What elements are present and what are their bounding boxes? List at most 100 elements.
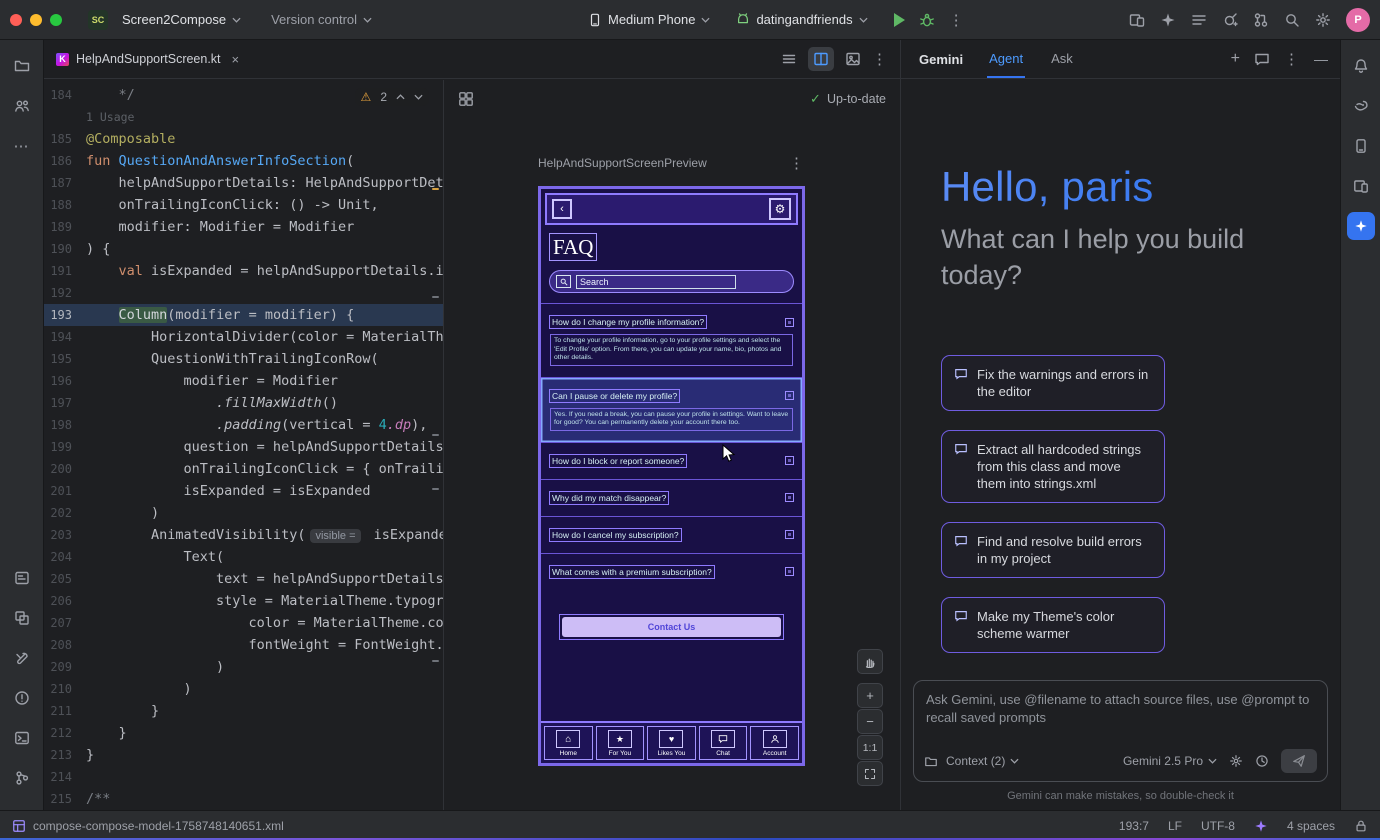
- lock-icon[interactable]: [1354, 819, 1368, 833]
- build-insights-icon[interactable]: [1222, 12, 1238, 28]
- window-controls[interactable]: [10, 14, 62, 26]
- file-encoding[interactable]: UTF-8: [1201, 819, 1235, 833]
- split-view-button[interactable]: [808, 47, 834, 71]
- editor-options-button[interactable]: ⋮: [872, 50, 888, 68]
- vcs-selector[interactable]: Version control: [263, 8, 380, 31]
- gemini-tool-button[interactable]: [1347, 212, 1375, 240]
- terminal-tool-button[interactable]: [8, 724, 36, 752]
- code-line[interactable]: 196 modifier = Modifier: [44, 370, 443, 392]
- version-control-tool-button[interactable]: [8, 764, 36, 792]
- phone-preview[interactable]: ‹ ⚙ FAQ Search How do I change my profil…: [538, 186, 805, 766]
- run-configuration-selector[interactable]: datingandfriends: [728, 8, 875, 31]
- code-line[interactable]: 200 onTrailingIconClick = { onTraili: [44, 458, 443, 480]
- project-selector[interactable]: Screen2Compose: [114, 8, 249, 31]
- code-line[interactable]: 1 Usage: [44, 106, 443, 128]
- code-line[interactable]: 188 onTrailingIconClick: () -> Unit,: [44, 194, 443, 216]
- ai-spark-icon[interactable]: [1254, 819, 1268, 833]
- code-line[interactable]: 187 helpAndSupportDetails: HelpAndSuppor…: [44, 172, 443, 194]
- build-tool-button[interactable]: [8, 644, 36, 672]
- caret-position[interactable]: 193:7: [1119, 819, 1149, 833]
- prompt-history-icon[interactable]: [1255, 754, 1269, 768]
- code-line[interactable]: 207 color = MaterialTheme.co: [44, 612, 443, 634]
- zoom-in-button[interactable]: +: [857, 683, 883, 708]
- line-separator[interactable]: LF: [1168, 819, 1182, 833]
- attach-context-icon[interactable]: [924, 754, 938, 768]
- suggestion-card[interactable]: Find and resolve build errors in my proj…: [941, 522, 1165, 578]
- device-mirroring-icon[interactable]: [1129, 12, 1145, 28]
- code-view-button[interactable]: [776, 47, 802, 71]
- gemini-options-button[interactable]: ⋮: [1284, 50, 1300, 68]
- structure-toolbar-icon[interactable]: [1191, 12, 1207, 28]
- run-button[interactable]: [894, 13, 905, 27]
- team-tool-button[interactable]: [8, 92, 36, 120]
- new-chat-icon[interactable]: +: [1231, 50, 1240, 68]
- gradle-tool-button[interactable]: [1347, 92, 1375, 120]
- search-icon[interactable]: [1284, 12, 1300, 28]
- preview-gallery-icon[interactable]: [458, 91, 474, 107]
- device-manager-tool-button[interactable]: [1347, 172, 1375, 200]
- code-line[interactable]: 191 val isExpanded = helpAndSupportDetai…: [44, 260, 443, 282]
- debug-button[interactable]: [919, 12, 935, 28]
- settings-gear-icon[interactable]: [1315, 12, 1331, 28]
- suggestion-card[interactable]: Make my Theme's color scheme warmer: [941, 597, 1165, 653]
- prev-problem-icon[interactable]: [396, 94, 405, 100]
- profile-avatar[interactable]: P: [1346, 8, 1370, 32]
- close-window-button[interactable]: [10, 14, 22, 26]
- code-line[interactable]: 208 fontWeight = FontWeight.: [44, 634, 443, 656]
- tab-ask[interactable]: Ask: [1049, 40, 1075, 78]
- code-line[interactable]: 210 ): [44, 678, 443, 700]
- code-line[interactable]: 204 Text(: [44, 546, 443, 568]
- maximize-window-button[interactable]: [50, 14, 62, 26]
- zoom-actual-size-button[interactable]: 1:1: [857, 735, 883, 760]
- logcat-tool-button[interactable]: [8, 564, 36, 592]
- pull-request-icon[interactable]: [1253, 12, 1269, 28]
- suggestion-card[interactable]: Extract all hardcoded strings from this …: [941, 430, 1165, 503]
- code-line[interactable]: 214: [44, 766, 443, 788]
- code-line[interactable]: 199 question = helpAndSupportDetails: [44, 436, 443, 458]
- more-run-options-button[interactable]: ⋮: [949, 11, 965, 29]
- code-line[interactable]: 193 Column(modifier = modifier) {: [44, 304, 443, 326]
- gemini-toolbar-icon[interactable]: [1160, 12, 1176, 28]
- gemini-settings-icon[interactable]: [1229, 754, 1243, 768]
- chat-history-icon[interactable]: [1254, 51, 1270, 67]
- project-tool-button[interactable]: [8, 52, 36, 80]
- close-tab-icon[interactable]: ×: [232, 52, 240, 67]
- code-line[interactable]: 206 style = MaterialTheme.typogr: [44, 590, 443, 612]
- preview-options-button[interactable]: ⋮: [789, 154, 805, 172]
- code-line[interactable]: 203 AnimatedVisibility(visible = isExpan…: [44, 524, 443, 546]
- running-devices-tool-button[interactable]: [1347, 132, 1375, 160]
- code-line[interactable]: 195 QuestionWithTrailingIconRow(: [44, 348, 443, 370]
- notifications-bell-button[interactable]: [1347, 52, 1375, 80]
- code-line[interactable]: 194 HorizontalDivider(color = MaterialTh: [44, 326, 443, 348]
- code-line[interactable]: 192: [44, 282, 443, 304]
- hide-panel-icon[interactable]: —: [1314, 51, 1328, 67]
- code-line[interactable]: 205 text = helpAndSupportDetails: [44, 568, 443, 590]
- zoom-to-fit-button[interactable]: [857, 761, 883, 786]
- code-line[interactable]: 201 isExpanded = isExpanded: [44, 480, 443, 502]
- code-line[interactable]: 186fun QuestionAndAnswerInfoSection(: [44, 150, 443, 172]
- code-line[interactable]: 211 }: [44, 700, 443, 722]
- code-line[interactable]: 213}: [44, 744, 443, 766]
- minimize-window-button[interactable]: [30, 14, 42, 26]
- resource-manager-tool-button[interactable]: [8, 604, 36, 632]
- zoom-out-button[interactable]: −: [857, 709, 883, 734]
- next-problem-icon[interactable]: [414, 94, 423, 100]
- code-line[interactable]: 198 .padding(vertical = 4.dp),: [44, 414, 443, 436]
- design-view-button[interactable]: [840, 47, 866, 71]
- problems-tool-button[interactable]: [8, 684, 36, 712]
- more-tools-button[interactable]: ⋯: [8, 132, 36, 160]
- model-selector[interactable]: Gemini 2.5 Pro: [1123, 754, 1217, 768]
- gemini-prompt-input[interactable]: Ask Gemini, use @filename to attach sour…: [913, 680, 1328, 782]
- code-line[interactable]: 215/**: [44, 788, 443, 810]
- code-line[interactable]: 209 ): [44, 656, 443, 678]
- send-prompt-button[interactable]: [1281, 749, 1317, 773]
- inspection-widget[interactable]: ⚠ 2: [355, 88, 429, 106]
- preview-canvas[interactable]: HelpAndSupportScreenPreview ⋮ ‹ ⚙ FAQ Se…: [444, 118, 900, 810]
- code-line[interactable]: 189 modifier: Modifier = Modifier: [44, 216, 443, 238]
- code-line[interactable]: 197 .fillMaxWidth(): [44, 392, 443, 414]
- code-line[interactable]: 190) {: [44, 238, 443, 260]
- code-line[interactable]: 202 ): [44, 502, 443, 524]
- suggestion-card[interactable]: Fix the warnings and errors in the edito…: [941, 355, 1165, 411]
- tab-agent[interactable]: Agent: [987, 40, 1025, 78]
- pan-tool-button[interactable]: [857, 649, 883, 674]
